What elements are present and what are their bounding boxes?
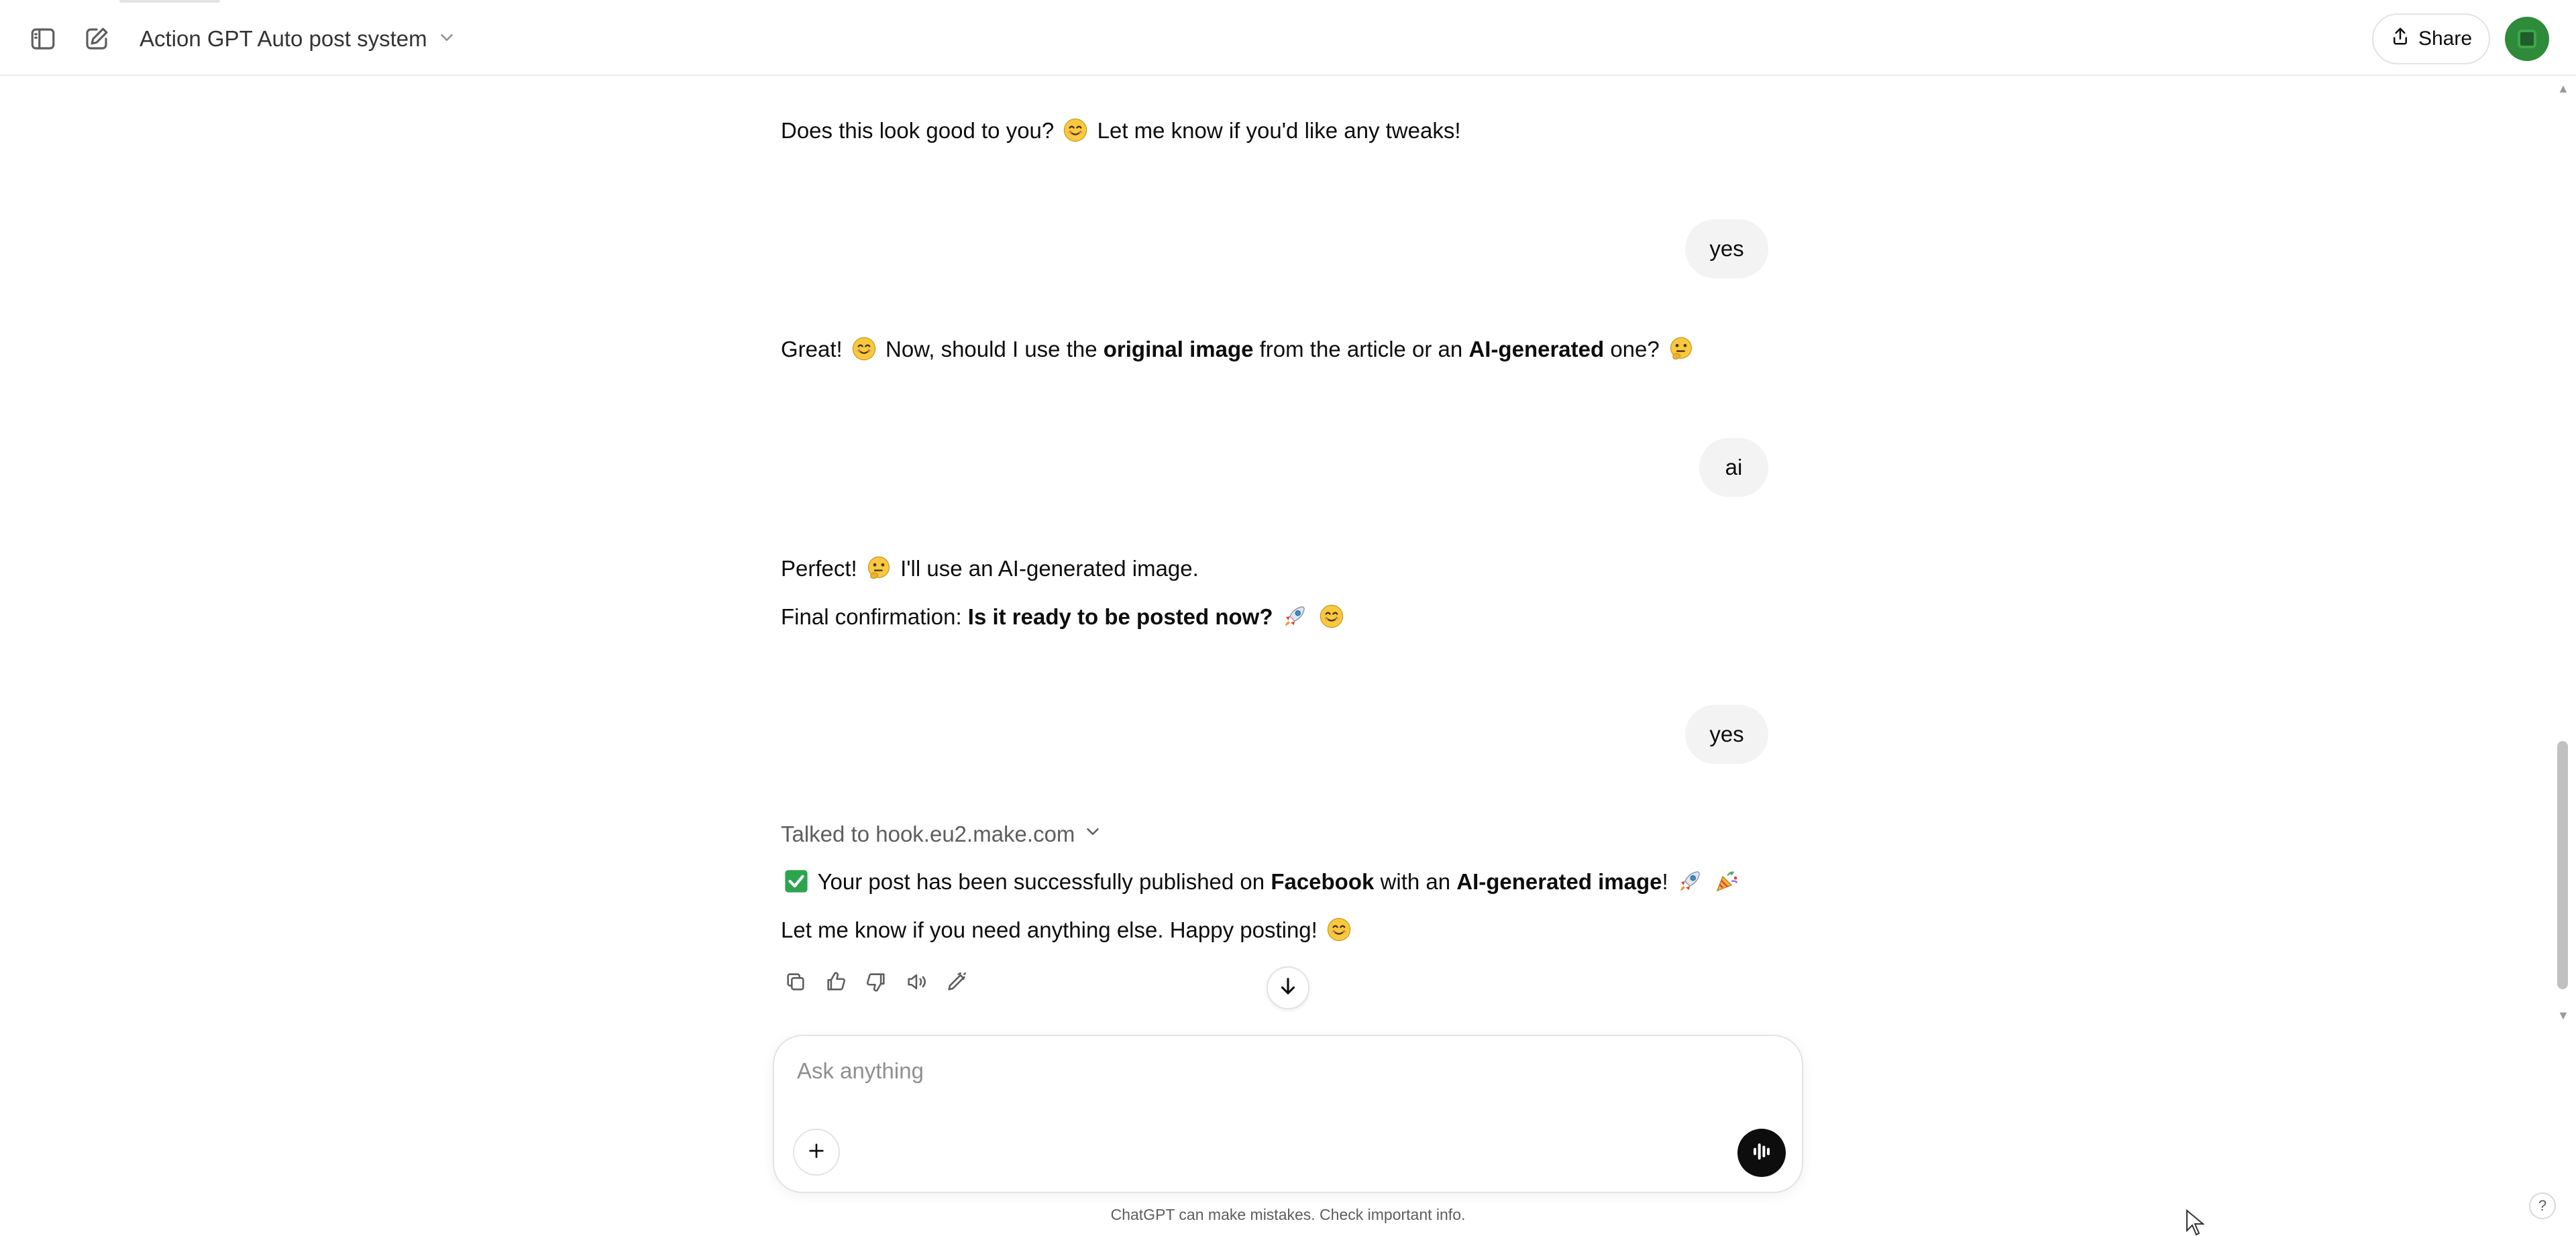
chevron-down-icon — [1083, 822, 1103, 847]
tool-call-toggle[interactable]: Talked to hook.eu2.make.com — [781, 820, 1103, 849]
user-message-text: ai — [1725, 455, 1743, 480]
copy-icon[interactable] — [780, 966, 812, 998]
message-text: Let me know if you'd like any tweaks! — [1097, 118, 1461, 143]
message-bold-text: original image — [1103, 337, 1254, 361]
smiling-face-icon — [1063, 117, 1088, 143]
page-title: Action GPT Auto post system — [140, 26, 427, 51]
smiling-face-icon — [1326, 917, 1352, 942]
scrollbar-thumb[interactable] — [2557, 741, 2568, 989]
top-bar: Action GPT Auto post system Share — [0, 0, 2576, 76]
voice-mode-button[interactable] — [1737, 1129, 1786, 1177]
scroll-to-bottom-button[interactable] — [1267, 966, 1309, 1009]
share-label: Share — [2418, 27, 2473, 50]
message-text: ! — [1662, 869, 1668, 894]
user-message-bubble: yes — [1685, 705, 1768, 764]
user-message-bubble: ai — [1699, 438, 1768, 497]
scroll-up-arrow-icon[interactable]: ▲ — [2557, 82, 2569, 96]
message-text: one? — [1610, 337, 1660, 361]
message-text: Perfect! — [781, 556, 857, 581]
rocket-icon — [1282, 604, 1307, 629]
message-bold-text: Facebook — [1271, 869, 1375, 894]
message-text: from the article or an — [1259, 337, 1463, 361]
speaker-icon[interactable] — [900, 966, 932, 998]
sidebar-toggle-icon[interactable] — [24, 20, 62, 58]
check-mark-icon — [784, 868, 809, 894]
arrow-down-icon — [1277, 975, 1299, 1001]
tab-indicator — [119, 0, 220, 3]
composer — [773, 1035, 1803, 1193]
chevron-down-icon — [437, 27, 457, 51]
new-chat-icon[interactable] — [78, 20, 115, 58]
message-bold-text: Is it ready to be posted now? — [967, 604, 1273, 629]
message-text: I'll use an AI-generated image. — [900, 556, 1199, 581]
user-message-bubble: yes — [1685, 219, 1768, 278]
smiling-face-icon — [1319, 604, 1344, 629]
assistant-message: Perfect! I'll use an AI-generated image. — [781, 554, 1199, 583]
thumbs-up-icon[interactable] — [820, 966, 852, 998]
assistant-message: Your post has been successfully publishe… — [781, 867, 1742, 897]
scroll-down-arrow-icon[interactable]: ▼ — [2557, 1009, 2569, 1023]
message-actions — [780, 966, 973, 998]
message-text: with an — [1380, 869, 1451, 894]
help-button[interactable]: ? — [2529, 1192, 2556, 1219]
voice-mode-icon — [1748, 1138, 1775, 1168]
share-icon — [2390, 26, 2410, 52]
thumbs-down-icon[interactable] — [860, 966, 892, 998]
user-message-text: yes — [1709, 236, 1744, 261]
message-text: Let me know if you need anything else. H… — [781, 917, 1318, 942]
message-text: Great! — [781, 337, 843, 361]
prompt-input[interactable] — [797, 1052, 1736, 1090]
rocket-icon — [1677, 868, 1703, 894]
assistant-message-line: Let me know if you need anything else. H… — [781, 915, 1354, 945]
share-button[interactable]: Share — [2372, 13, 2490, 64]
attach-button[interactable] — [793, 1129, 840, 1176]
edit-model-icon[interactable] — [941, 966, 973, 998]
message-text: Your post has been successfully publishe… — [817, 869, 1265, 894]
party-popper-icon — [1714, 868, 1739, 894]
message-text: Does this look good to you? — [781, 118, 1055, 143]
message-bold-text: AI-generated — [1468, 337, 1605, 361]
message-bold-text: AI-generated image — [1456, 869, 1662, 894]
avatar-image — [2518, 30, 2536, 48]
user-message-text: yes — [1709, 722, 1744, 746]
message-text: Now, should I use the — [885, 337, 1097, 361]
thinking-face-icon — [1668, 336, 1694, 361]
conversation: Does this look good to you? Let me know … — [0, 76, 2549, 1035]
tool-call-label: Talked to hook.eu2.make.com — [781, 822, 1075, 846]
avatar[interactable] — [2505, 17, 2549, 61]
thinking-face-icon — [866, 555, 892, 581]
assistant-message: Great! Now, should I use the original im… — [781, 335, 1697, 364]
plus-icon — [806, 1140, 827, 1165]
smiling-face-icon — [851, 336, 877, 361]
assistant-message-line: Final confirmation: Is it ready to be po… — [781, 602, 1347, 632]
message-text: Final confirmation: — [781, 604, 962, 629]
mouse-cursor-icon — [2186, 1209, 2204, 1236]
model-selector[interactable]: Action GPT Auto post system — [140, 20, 457, 58]
assistant-message: Does this look good to you? Let me know … — [781, 116, 1461, 146]
